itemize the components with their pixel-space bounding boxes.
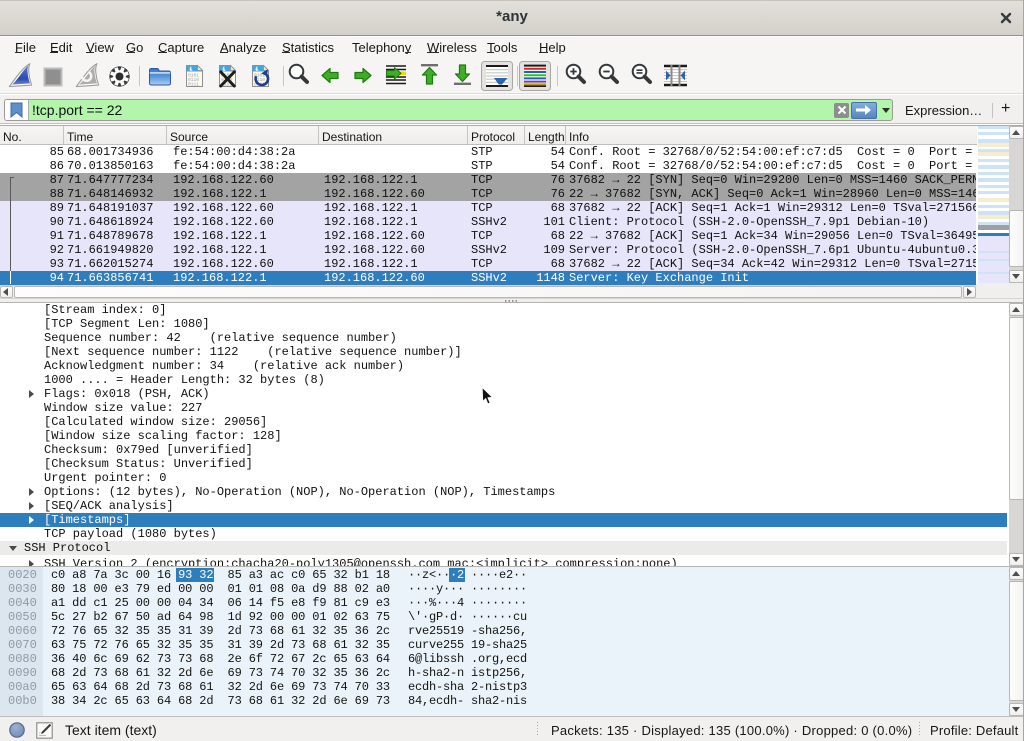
svg-text:0111: 0111 bbox=[188, 82, 199, 88]
